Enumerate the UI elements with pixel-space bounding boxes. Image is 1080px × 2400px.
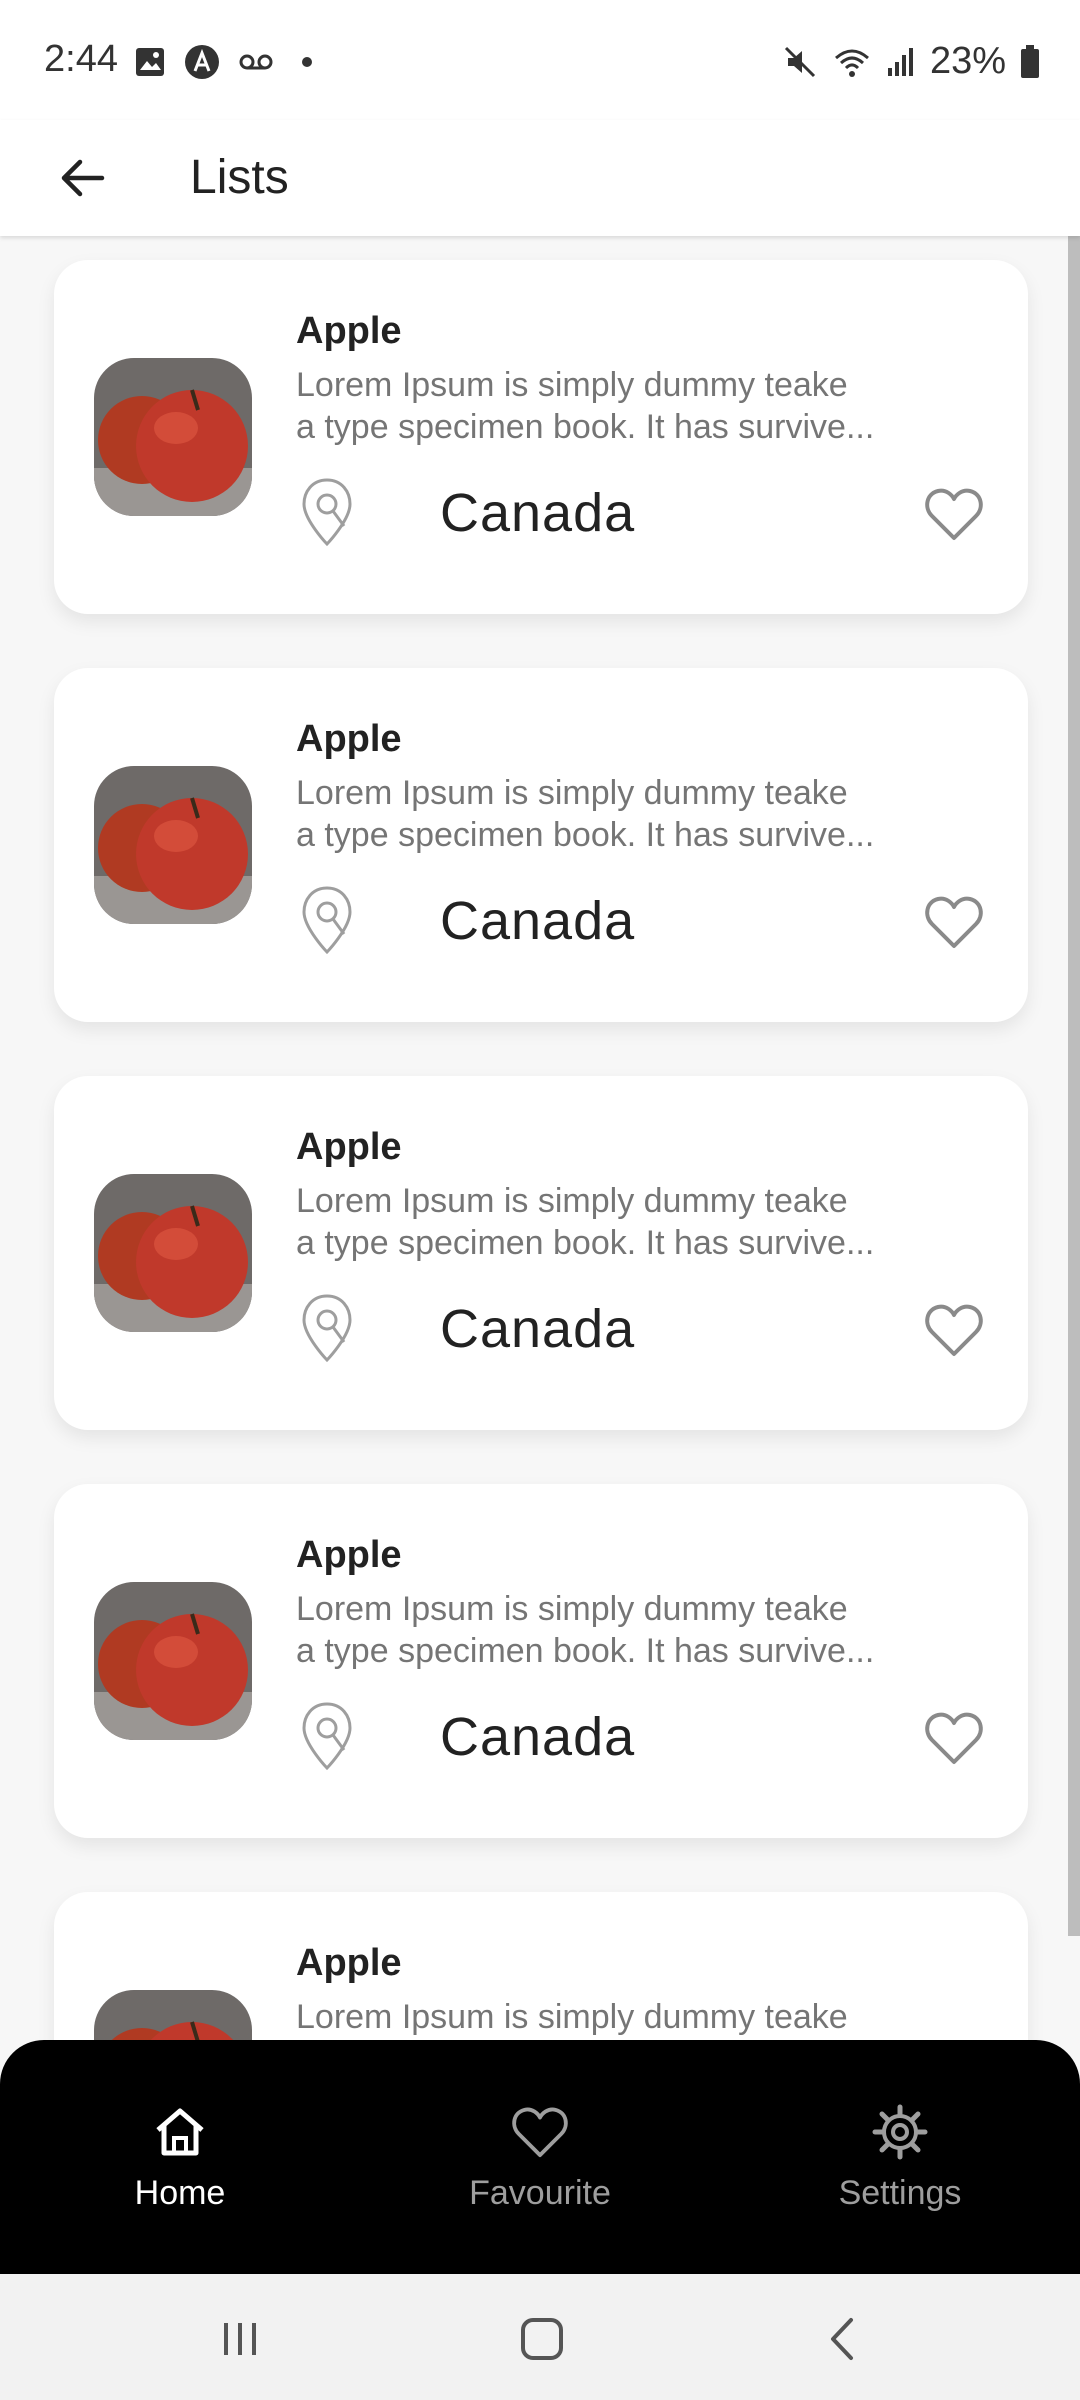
item-description: Lorem Ipsum is simply dummy teake a type… bbox=[296, 774, 875, 854]
image-icon bbox=[136, 48, 164, 76]
location-pin-icon bbox=[302, 478, 352, 547]
notification-dot bbox=[302, 57, 312, 67]
back-system-button[interactable] bbox=[808, 2304, 878, 2374]
status-bar: 2:44 23% bbox=[0, 0, 1080, 120]
nav-settings[interactable]: Settings bbox=[780, 2100, 1020, 2213]
item-title: Apple bbox=[296, 1942, 402, 1984]
battery-percent: 23% bbox=[929, 40, 1006, 82]
page-title: Lists bbox=[190, 151, 289, 204]
nav-favourite-label: Favourite bbox=[469, 2174, 611, 2212]
location-pin-icon bbox=[302, 886, 352, 955]
item-description: Lorem Ipsum is simply dummy teake bbox=[296, 1998, 848, 2036]
item-location: Canada bbox=[440, 1707, 636, 1767]
status-left-icons bbox=[134, 44, 312, 80]
battery-icon bbox=[1021, 44, 1039, 78]
heart-icon bbox=[512, 2107, 568, 2158]
apple-image bbox=[94, 1174, 252, 1332]
heart-icon[interactable] bbox=[924, 894, 984, 950]
heart-icon[interactable] bbox=[924, 1710, 984, 1766]
heart-icon[interactable] bbox=[924, 486, 984, 542]
voicemail-icon bbox=[239, 54, 273, 70]
list-item[interactable]: Apple Lorem Ipsum is simply dummy teake … bbox=[54, 1076, 1028, 1430]
home-system-button[interactable] bbox=[507, 2304, 577, 2374]
gear-icon bbox=[872, 2104, 928, 2160]
item-title: Apple bbox=[296, 310, 402, 352]
item-location: Canada bbox=[440, 1299, 636, 1359]
wifi-icon bbox=[834, 49, 869, 77]
bottom-navigation: Home Favourite Settings bbox=[0, 2040, 1080, 2274]
nav-favourite[interactable]: Favourite bbox=[420, 2100, 660, 2213]
home-square-icon bbox=[521, 2318, 563, 2360]
a-icon bbox=[185, 45, 219, 79]
item-location: Canada bbox=[440, 891, 636, 951]
item-description: Lorem Ipsum is simply dummy teake a type… bbox=[296, 1590, 875, 1670]
signal-icon bbox=[887, 47, 913, 76]
chevron-left-icon bbox=[831, 2318, 853, 2360]
scrollbar[interactable] bbox=[1068, 236, 1080, 1936]
list-item[interactable]: Apple Lorem Ipsum is simply dummy teake … bbox=[54, 668, 1028, 1022]
nav-home[interactable]: Home bbox=[60, 2100, 300, 2213]
list-item[interactable]: Apple Lorem Ipsum is simply dummy teake bbox=[54, 1892, 1028, 2040]
nav-home-label: Home bbox=[134, 2174, 226, 2212]
arrow-left-icon bbox=[61, 159, 105, 197]
item-description: Lorem Ipsum is simply dummy teake a type… bbox=[296, 1182, 875, 1262]
nav-settings-label: Settings bbox=[838, 2174, 962, 2212]
app-bar: Lists bbox=[0, 120, 1080, 236]
apple-image bbox=[94, 358, 252, 516]
item-title: Apple bbox=[296, 1534, 402, 1576]
status-right-icons: 23% bbox=[782, 40, 1040, 83]
list-container[interactable]: Apple Lorem Ipsum is simply dummy teake … bbox=[0, 236, 1080, 2040]
location-pin-icon bbox=[302, 1702, 352, 1771]
list-item[interactable]: Apple Lorem Ipsum is simply dummy teake … bbox=[54, 260, 1028, 614]
home-icon bbox=[156, 2108, 204, 2156]
list-item[interactable]: Apple Lorem Ipsum is simply dummy teake … bbox=[54, 1484, 1028, 1838]
status-time: 2:44 bbox=[44, 38, 118, 80]
system-navigation-bar bbox=[0, 2274, 1080, 2400]
item-title: Apple bbox=[296, 1126, 402, 1168]
item-location: Canada bbox=[440, 483, 636, 543]
apple-image bbox=[94, 1990, 252, 2040]
item-description: Lorem Ipsum is simply dummy teake a type… bbox=[296, 366, 875, 446]
item-title: Apple bbox=[296, 718, 402, 760]
apple-image bbox=[94, 1582, 252, 1740]
back-button[interactable] bbox=[42, 138, 122, 218]
location-pin-icon bbox=[302, 1294, 352, 1363]
heart-icon[interactable] bbox=[924, 1302, 984, 1358]
apple-image bbox=[94, 766, 252, 924]
mute-icon bbox=[784, 46, 815, 77]
recent-apps-button[interactable] bbox=[205, 2304, 275, 2374]
recent-apps-icon bbox=[224, 2323, 256, 2355]
